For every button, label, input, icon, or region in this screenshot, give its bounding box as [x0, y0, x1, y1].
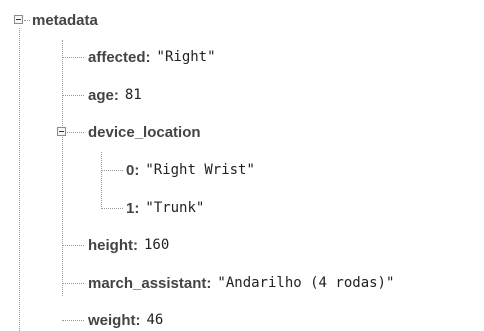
tree-node-device-location[interactable]: device_location: [88, 121, 201, 143]
node-value: 160: [144, 237, 170, 253]
node-value: "Andarilho (4 rodas)": [217, 275, 395, 291]
tree-connector: [62, 95, 84, 96]
node-value: "Right Wrist": [145, 162, 255, 178]
node-value: "Trunk": [145, 200, 205, 216]
node-key: march_assistant: [88, 274, 207, 292]
minus-icon: [59, 131, 64, 132]
node-key: height: [88, 236, 133, 254]
node-key: device_location: [88, 123, 201, 141]
node-key: 0: [126, 161, 135, 179]
node-key: 1: [126, 199, 135, 217]
tree-node-device-location-0[interactable]: 0: "Right Wrist": [126, 159, 255, 181]
tree-connector: [62, 283, 84, 284]
tree-connector: [62, 245, 84, 246]
node-value: 81: [124, 87, 142, 103]
tree-connector: [62, 57, 84, 58]
node-value: 46: [146, 312, 164, 328]
tree-connector: [67, 132, 84, 133]
tree-node-height[interactable]: height: 160: [88, 234, 169, 256]
tree-guide-outer: [19, 28, 20, 331]
tree-guide-device-location-children: [101, 152, 102, 209]
tree-node-march-assistant[interactable]: march_assistant: "Andarilho (4 rodas)": [88, 272, 394, 294]
tree-guide-metadata-children: [62, 40, 63, 296]
minus-icon: [16, 19, 21, 20]
tree-connector-metadata: [24, 20, 30, 21]
tree-node-affected[interactable]: affected: "Right": [88, 46, 216, 68]
tree-node-metadata[interactable]: metadata: [32, 9, 98, 31]
tree-connector: [62, 320, 84, 321]
tree-connector: [101, 208, 123, 209]
collapse-toggle-metadata[interactable]: [14, 15, 23, 24]
tree-node-device-location-1[interactable]: 1: "Trunk": [126, 197, 204, 219]
node-value: "Right": [156, 49, 216, 65]
tree-node-age[interactable]: age: 81: [88, 84, 142, 106]
tree-node-weight[interactable]: weight: 46: [88, 309, 163, 331]
node-key: affected: [88, 48, 146, 66]
tree-connector: [101, 170, 123, 171]
node-key: metadata: [32, 11, 98, 29]
node-key: weight: [88, 311, 136, 329]
collapse-toggle-device-location[interactable]: [57, 127, 66, 136]
node-key: age: [88, 86, 114, 104]
